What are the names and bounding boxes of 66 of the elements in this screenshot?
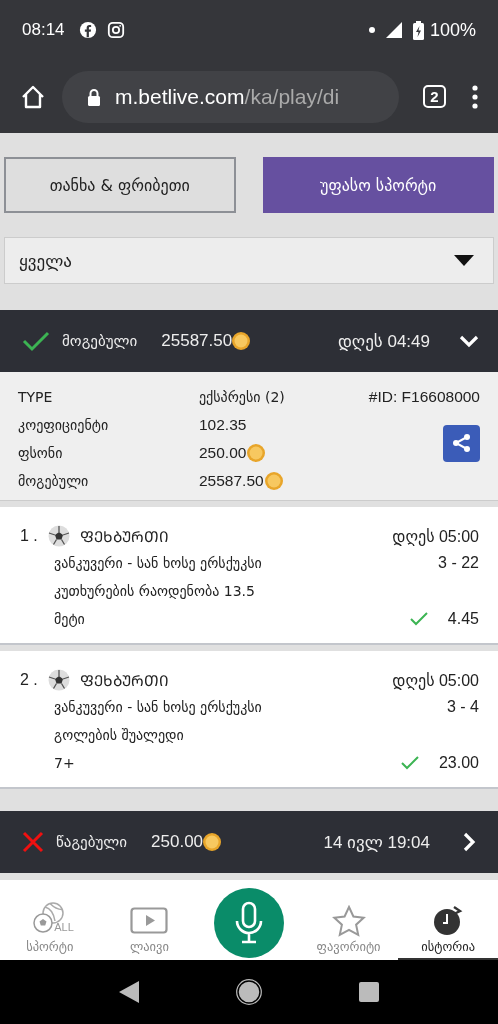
caret-icon: [454, 255, 474, 266]
share-icon: [450, 432, 473, 454]
facebook-icon: [78, 21, 97, 39]
tab[interactable]: თანხა & ფრიბეთი: [4, 157, 236, 213]
notification-dot-icon: [368, 27, 375, 33]
lock-icon: [87, 87, 101, 106]
instagram-icon: [106, 21, 125, 39]
battery-percent: 100%: [429, 19, 476, 41]
home-button-icon[interactable]: [236, 979, 262, 1005]
detail-value: 250.00: [199, 444, 247, 462]
soccer-ball-icon: [47, 525, 70, 547]
status-time: 08:14: [22, 20, 65, 40]
nav-tab[interactable]: ლაივი: [99, 880, 200, 960]
match-name: ვანკუვერი - სან ხოსე ერსქუკსი: [54, 555, 262, 571]
odds-value: 23.00: [438, 754, 479, 772]
pick-name: 7+: [54, 755, 75, 771]
home-icon[interactable]: [20, 83, 46, 110]
back-icon[interactable]: [118, 981, 139, 1003]
match-name: ვანკუვერი - სან ხოსე ერსქუკსი: [54, 699, 262, 715]
play-icon: [130, 907, 169, 937]
recents-icon[interactable]: [359, 982, 380, 1002]
match-score: 3 - 22: [438, 554, 479, 572]
coin-icon: [203, 833, 222, 851]
bet-status: მოგებული: [62, 332, 138, 350]
selection-number: 1 .: [20, 527, 38, 545]
match-score: 3 - 4: [447, 698, 479, 716]
nav-tab[interactable]: ALL სპორტი: [0, 880, 100, 960]
match-time: დღეს 05:00: [392, 526, 479, 546]
tab[interactable]: უფასო სპორტი: [262, 157, 494, 213]
coin-icon: [232, 332, 251, 350]
pick-name: მეტი: [54, 611, 85, 627]
detail-label: მოგებული: [18, 472, 90, 491]
nav-tab[interactable]: ფავორიტი: [298, 880, 399, 960]
sport-name: ᲤᲔᲮᲑᲣᲠᲗᲘ: [79, 671, 169, 690]
share-button[interactable]: [443, 424, 480, 462]
detail-label: TYPE: [18, 388, 54, 407]
menu-icon[interactable]: [472, 84, 478, 109]
bet-status: წაგებული: [56, 833, 128, 851]
filter-dropdown[interactable]: ყველა: [4, 237, 494, 284]
detail-value: ექსპრესი (2): [199, 388, 286, 407]
clock-icon: [432, 905, 465, 937]
selection-number: 2 .: [20, 671, 38, 689]
detail-value: 102.35: [199, 416, 247, 434]
soccer-ball-icon: [47, 669, 70, 691]
match-time: დღეს 05:00: [392, 670, 479, 690]
battery-icon: [412, 20, 424, 40]
sport-name: ᲤᲔᲮᲑᲣᲠᲗᲘ: [79, 527, 169, 546]
bet-amount: 25587.50: [161, 331, 233, 351]
bet-time: დღეს 04:49: [337, 330, 430, 352]
signal-icon: [384, 21, 403, 39]
market-name: გოლების შუალედი: [54, 727, 184, 743]
star-icon: [331, 905, 366, 937]
odds-value: 4.45: [447, 610, 479, 628]
address-bar[interactable]: m.betlive.com/ka/play/di: [62, 70, 399, 123]
detail-label: კოეფიციენტი: [18, 416, 110, 435]
bet-id: #ID: F16608000: [368, 387, 480, 407]
bet-header[interactable]: მოგებული 25587.50 დღეს 04:49: [0, 310, 498, 372]
url-text: m.betlive.com/ka/play/di: [115, 84, 340, 109]
market-name: კუთხურების რაოდენობა 13.5: [54, 583, 255, 599]
icon-label: ALL: [54, 921, 74, 933]
detail-label: ფსონი: [18, 444, 64, 463]
bet-header[interactable]: წაგებული 250.00 14 ივლ 19:04: [0, 811, 498, 873]
tab-count-button[interactable]: 2: [423, 85, 446, 108]
detail-value: 25587.50: [199, 472, 264, 490]
bet-amount: 250.00: [151, 832, 204, 852]
bet-time: 14 ივლ 19:04: [323, 831, 430, 853]
